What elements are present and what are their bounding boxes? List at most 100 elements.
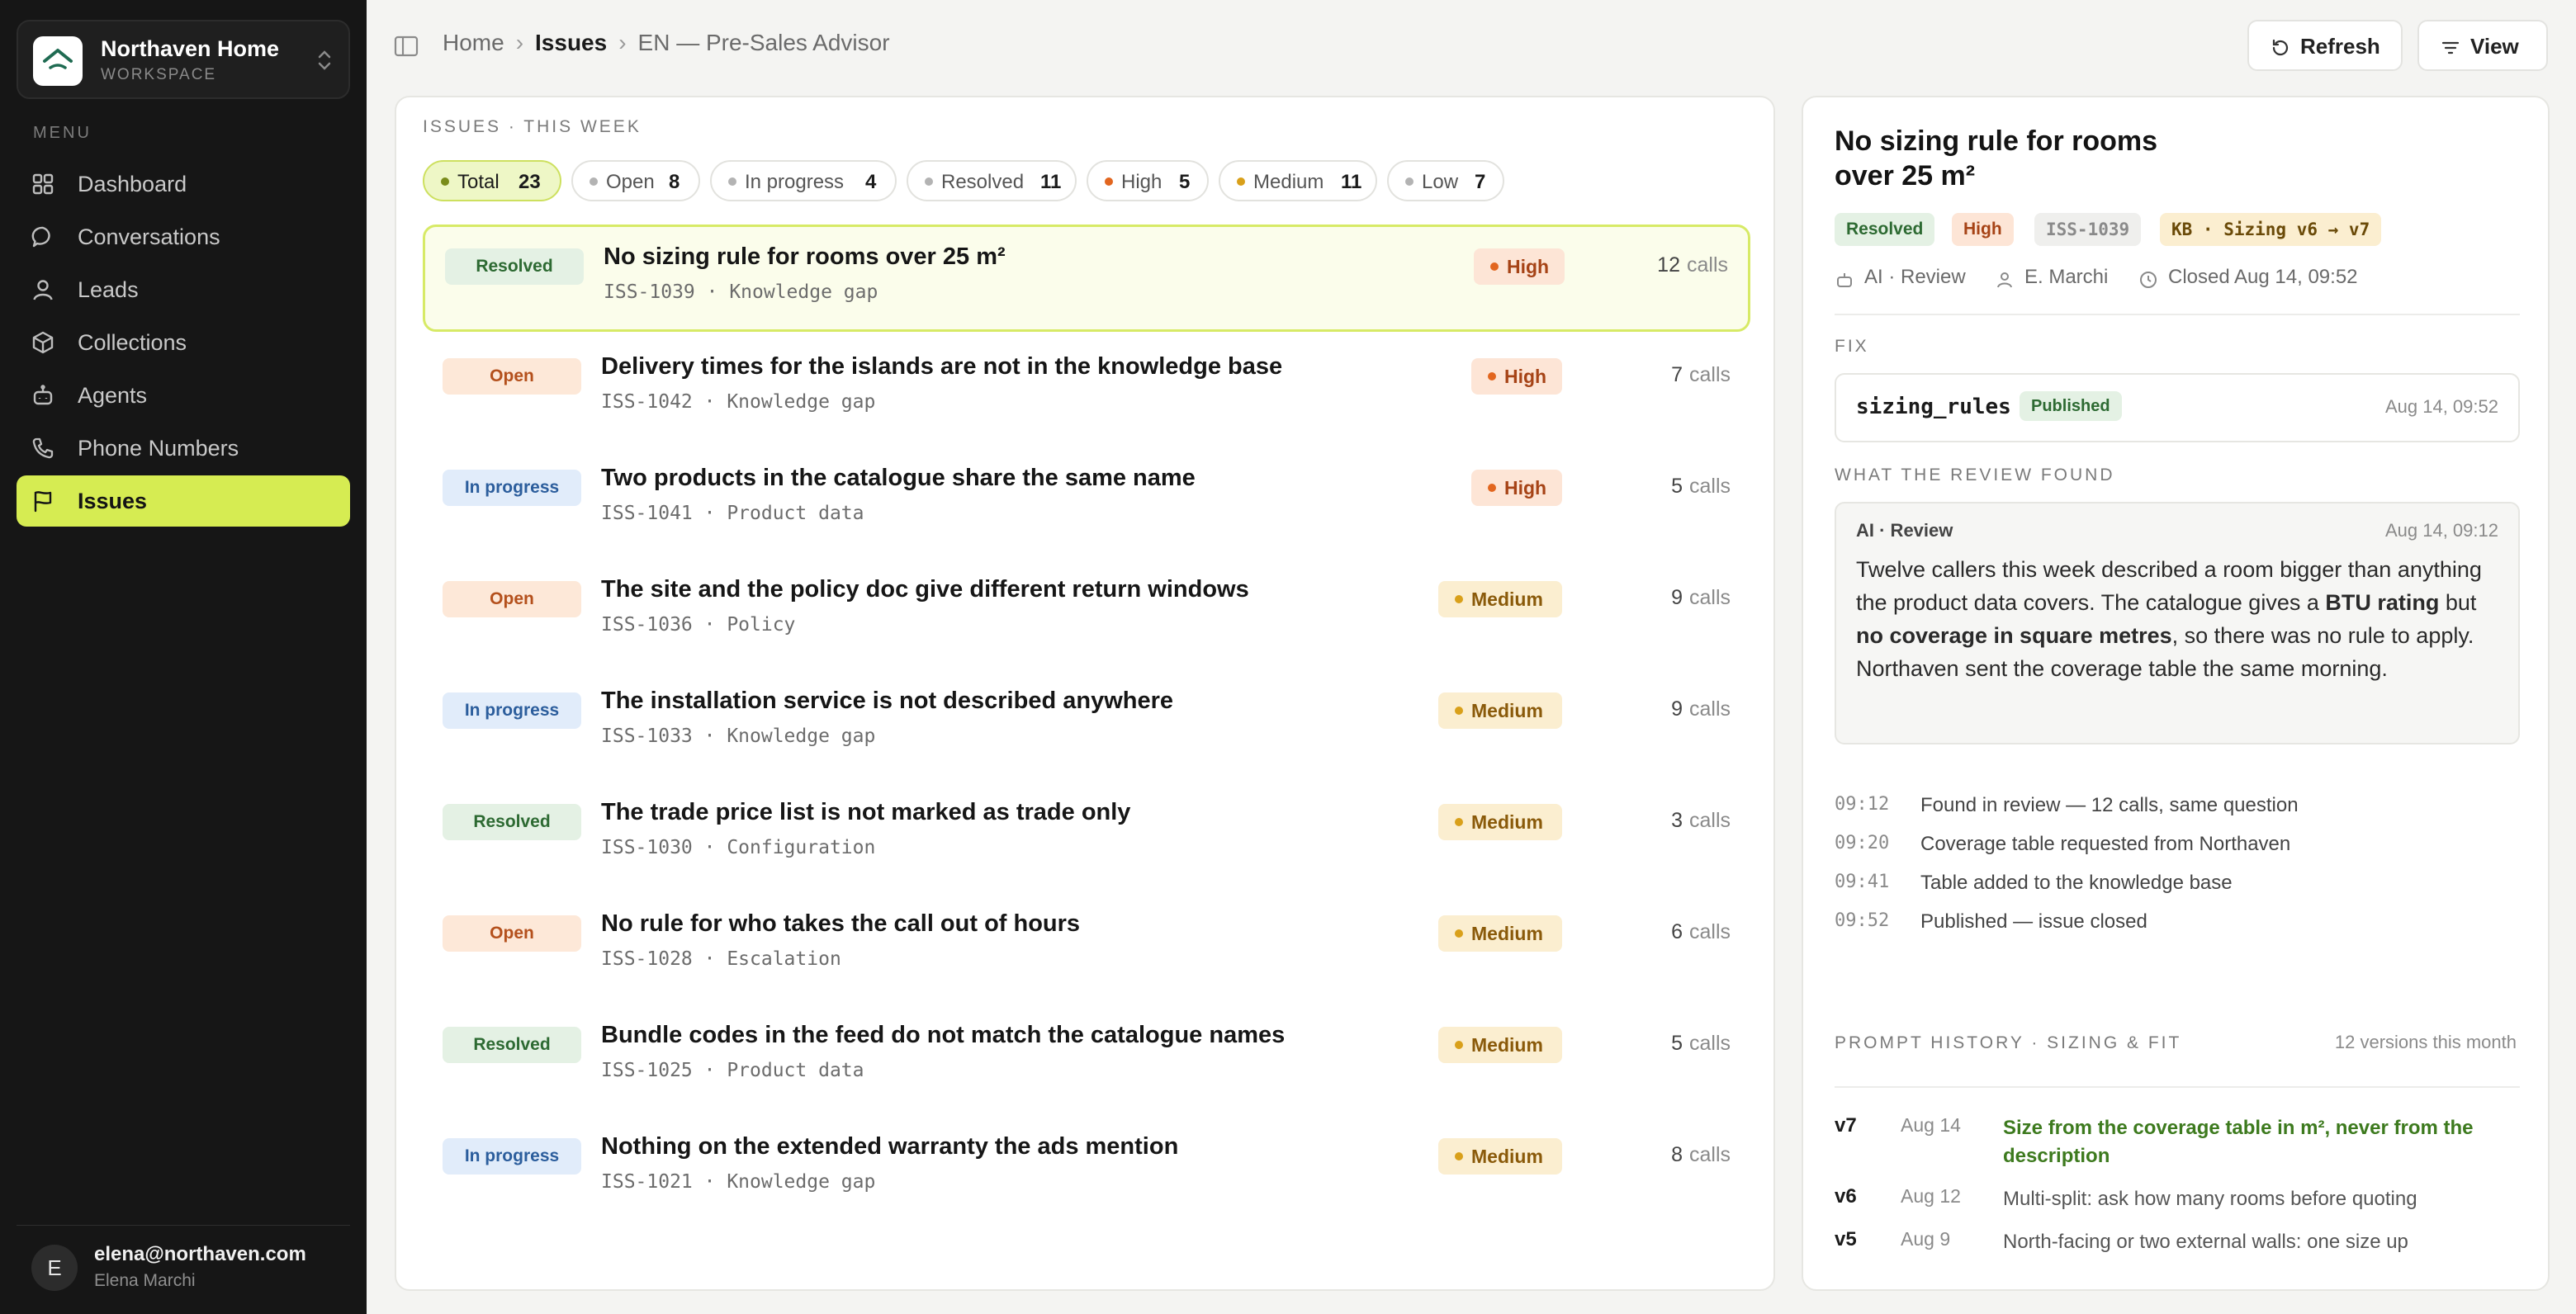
sidebar-item-agents[interactable]: Agents [17, 370, 350, 421]
filter-in-progress[interactable]: In progress 4 [710, 160, 897, 201]
issue-meta: ISS-1033 · Knowledge gap [601, 726, 876, 747]
issues-panel-title: ISSUES · THIS WEEK [423, 117, 642, 136]
priority-badge: Medium [1438, 915, 1562, 952]
sidebar-item-label: Leads [78, 277, 139, 302]
issue-meta: ISS-1030 · Configuration [601, 837, 876, 858]
breadcrumb-issues[interactable]: Issues [535, 30, 607, 56]
call-count: 3 calls [1671, 809, 1731, 832]
divider [1835, 314, 2520, 315]
issue-title: The trade price list is not marked as tr… [601, 799, 1131, 825]
workspace-switcher[interactable]: Northaven Home WORKSPACE [17, 20, 350, 99]
robot-icon [1837, 273, 1852, 287]
grid-icon [32, 173, 54, 195]
issue-row[interactable]: Resolved No sizing rule for rooms over 2… [423, 225, 1750, 332]
sidebar-toggle-icon[interactable] [393, 33, 419, 59]
user-email: elena@northaven.com [94, 1243, 306, 1265]
status-badge: Resolved [443, 1027, 581, 1063]
sidebar-item-collections[interactable]: Collections [17, 317, 350, 368]
filter-resolved[interactable]: Resolved 11 [907, 160, 1077, 201]
filter-icon [2441, 41, 2460, 54]
breadcrumb: Home › Issues › EN — Pre-Sales Advisor [443, 30, 890, 56]
detail-priority-tag: High [1952, 213, 2014, 246]
breadcrumb-separator: › [515, 30, 524, 55]
issue-row[interactable]: Open The site and the policy doc give di… [423, 560, 1750, 667]
issue-row[interactable]: Open No rule for who takes the call out … [423, 894, 1750, 1001]
menu-label: MENU [33, 124, 92, 142]
user-name: Elena Marchi [94, 1271, 196, 1290]
status-badge: Open [443, 581, 581, 617]
priority-badge: High [1471, 470, 1562, 506]
sidebar-item-dashboard[interactable]: Dashboard [17, 158, 350, 210]
review-card: AI · Review Aug 14, 09:12 Twelve callers… [1835, 502, 2520, 744]
detail-kb-tag: KB · Sizing v6 → v7 [2160, 213, 2382, 246]
call-count: 5 calls [1671, 1032, 1731, 1055]
sidebar-item-label: Dashboard [78, 172, 187, 196]
issues-panel: ISSUES · THIS WEEK Total 23 Open 8 In prog… [395, 96, 1775, 1291]
workspace-subtitle: WORKSPACE [101, 66, 217, 83]
issue-meta: ISS-1036 · Policy [601, 614, 796, 636]
prompt-history-label: PROMPT HISTORY · SIZING & FIT [1835, 1033, 2182, 1052]
breadcrumb-home[interactable]: Home [443, 30, 504, 56]
call-count: 5 calls [1671, 475, 1731, 498]
priority-badge: Medium [1438, 692, 1562, 729]
issue-meta: ISS-1039 · Knowledge gap [604, 281, 878, 303]
filter-low[interactable]: Low 7 [1387, 160, 1504, 201]
status-badge: Open [443, 358, 581, 395]
issue-meta: ISS-1025 · Product data [601, 1060, 864, 1081]
fix-card[interactable]: sizing_rules Published Aug 14, 09:52 [1835, 373, 2520, 442]
filter-high[interactable]: High 5 [1087, 160, 1209, 201]
chevron-updown-icon [318, 50, 331, 70]
issue-row[interactable]: In progress The installation service is … [423, 671, 1750, 778]
house-logo-icon [43, 49, 73, 69]
detail-title: No sizing rule for rooms over 25 m² [1835, 125, 2158, 191]
avatar[interactable]: E [31, 1245, 78, 1291]
user-icon [1997, 272, 2012, 288]
sidebar-item-label: Issues [78, 489, 148, 513]
filter-medium[interactable]: Medium 11 [1219, 160, 1377, 201]
breadcrumb-agent[interactable]: EN — Pre-Sales Advisor [638, 30, 890, 56]
sidebar-item-issues[interactable]: Issues [17, 475, 350, 527]
issue-title: Two products in the catalogue share the … [601, 465, 1196, 491]
fix-date: Aug 14, 09:52 [2384, 396, 2498, 417]
priority-badge: Medium [1438, 1138, 1562, 1175]
sidebar-item-phone-numbers[interactable]: Phone Numbers [17, 423, 350, 474]
sidebar-item-label: Agents [78, 383, 148, 408]
call-count: 12 calls [1657, 253, 1728, 277]
issue-row[interactable]: Resolved Bundle codes in the feed do not… [423, 1005, 1750, 1113]
priority-badge: Medium [1438, 1027, 1562, 1063]
sidebar-item-conversations[interactable]: Conversations [17, 211, 350, 262]
call-count: 7 calls [1671, 363, 1731, 386]
priority-badge: High [1471, 358, 1562, 395]
fix-name: sizing_rules [1856, 395, 2011, 419]
robot-icon [33, 385, 53, 405]
issue-title: The installation service is not describe… [601, 688, 1174, 714]
call-count: 9 calls [1671, 697, 1731, 721]
refresh-button[interactable]: Refresh [2247, 20, 2403, 71]
issue-row[interactable]: In progress Nothing on the extended warr… [423, 1117, 1750, 1224]
fix-section-label: FIX [1835, 337, 1869, 356]
published-badge: Published [2020, 391, 2122, 421]
issue-row[interactable]: Open Delivery times for the islands are … [423, 337, 1750, 444]
sidebar-item-leads[interactable]: Leads [17, 264, 350, 315]
filter-total[interactable]: Total 23 [423, 160, 561, 201]
issue-meta: ISS-1028 · Escalation [601, 948, 841, 970]
sidebar: Northaven Home WORKSPACE MENU Dashboard … [0, 0, 367, 1314]
status-badge: In progress [443, 1138, 581, 1175]
status-badge: Open [443, 915, 581, 952]
workspace-logo [33, 36, 83, 86]
priority-badge: Medium [1438, 581, 1562, 617]
detail-status-tag: Resolved [1835, 213, 1935, 246]
priority-badge: High [1474, 248, 1565, 285]
view-button[interactable]: View [2417, 20, 2548, 71]
review-source: AI · Review [1856, 520, 1953, 541]
sidebar-item-label: Phone Numbers [78, 436, 239, 461]
box-icon [32, 331, 54, 354]
issue-meta: ISS-1021 · Knowledge gap [601, 1171, 876, 1193]
status-badge: Resolved [443, 804, 581, 840]
issue-row[interactable]: In progress Two products in the catalogu… [423, 448, 1750, 555]
filter-open[interactable]: Open 8 [571, 160, 700, 201]
issue-title: Delivery times for the islands are not i… [601, 353, 1283, 380]
view-label: View [2470, 34, 2519, 59]
issue-row[interactable]: Resolved The trade price list is not mar… [423, 782, 1750, 890]
issue-detail-panel: No sizing rule for rooms over 25 m² Reso… [1802, 96, 2550, 1291]
